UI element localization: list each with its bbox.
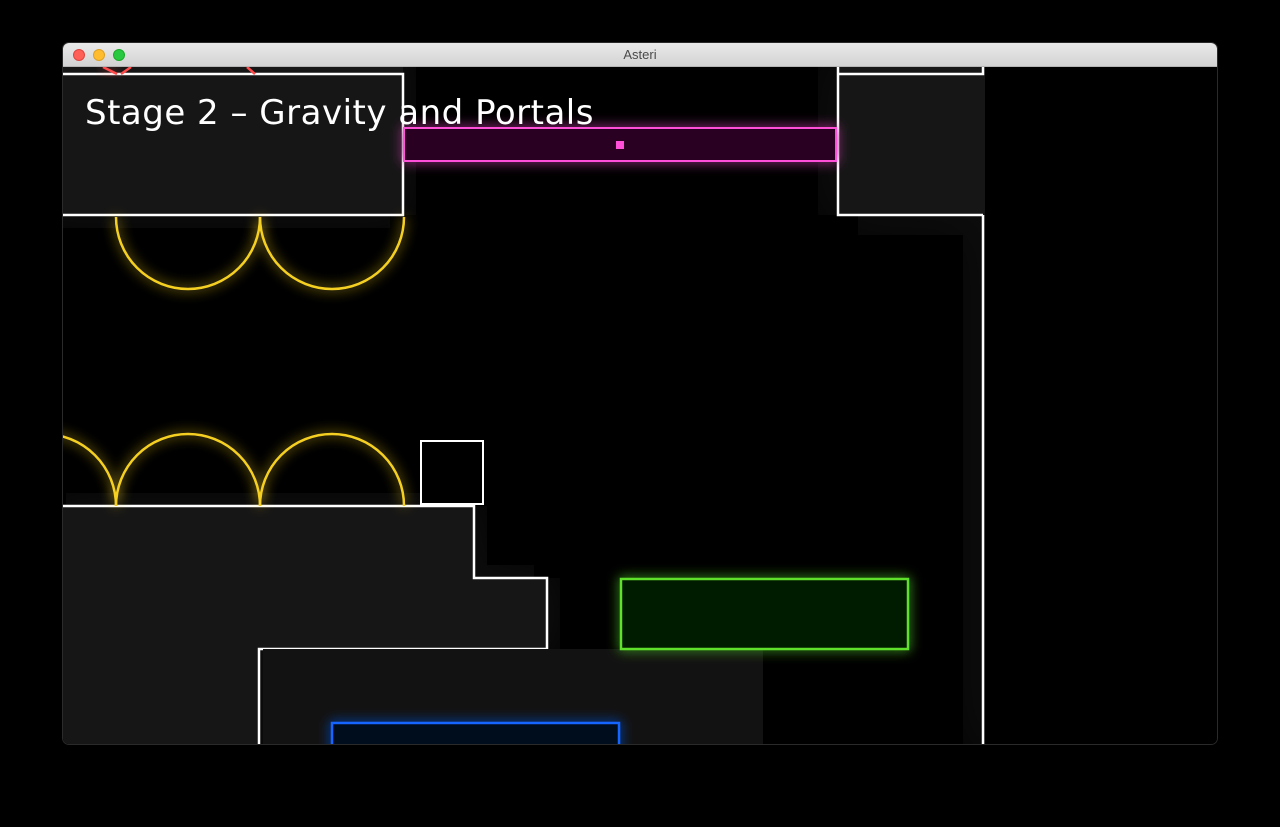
- hazard-arcs-top: [114, 216, 406, 291]
- title-bar: Asteri: [63, 43, 1217, 67]
- blue-block: [330, 721, 621, 744]
- game-canvas[interactable]: Stage 2 – Gravity and Portals: [63, 67, 1217, 744]
- hazard-arcs-bottom: [63, 432, 406, 507]
- player-dot: [616, 141, 624, 149]
- stage-title: Stage 2 – Gravity and Portals: [85, 93, 594, 133]
- window-title: Asteri: [623, 47, 657, 62]
- app-window: Asteri Stage 2 – Gravity and Portals: [63, 43, 1217, 744]
- goal-zone: [619, 577, 910, 651]
- wall-top-left: [63, 67, 405, 217]
- level-scene: [63, 67, 1217, 744]
- crate: [420, 440, 484, 505]
